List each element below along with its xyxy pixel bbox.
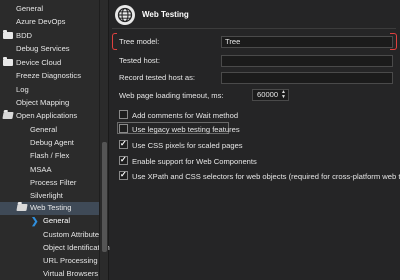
tree-item-oa-general[interactable]: General: [0, 124, 107, 136]
globe-icon: [115, 5, 135, 25]
legacy-features-checkbox[interactable]: [119, 124, 128, 133]
tree-item-web-testing[interactable]: Web Testing: [0, 202, 107, 215]
tree-item-label: Freeze Diagnostics: [16, 71, 81, 80]
tree-item-silverlight[interactable]: Silverlight: [0, 190, 107, 202]
tested-host-field[interactable]: [221, 55, 393, 67]
tree-item-label: Object Mapping: [16, 98, 70, 107]
tree-item-custom-attributes[interactable]: Custom Attributes: [0, 229, 107, 241]
tree-item-label: Web Testing: [30, 203, 72, 212]
tree-item-url-processing[interactable]: URL Processing: [0, 255, 107, 267]
tree-item-label: BDD: [16, 31, 33, 40]
tree-item-label: MSAA: [30, 165, 52, 174]
tree-item-label: Debug Agent: [30, 138, 74, 147]
tree-model-label: Tree model:: [119, 37, 160, 46]
tree-item-freeze-diagnostics[interactable]: Freeze Diagnostics: [0, 70, 107, 82]
legacy-features-label: Use legacy web testing features: [132, 125, 240, 134]
tree-item-debug-agent[interactable]: Debug Agent: [0, 137, 107, 149]
folder-icon: [3, 57, 13, 66]
tree-item-label: Silverlight: [30, 191, 63, 200]
tree-item-azure-devops[interactable]: Azure DevOps: [0, 16, 107, 28]
tree-item-flash-flex[interactable]: Flash / Flex: [0, 150, 107, 162]
tree-item-label: General: [16, 4, 44, 13]
web-components-checkbox[interactable]: [119, 155, 128, 165]
tree-item-virtual-browsers[interactable]: Virtual Browsers: [0, 268, 107, 280]
tree-item-label: Virtual Browsers: [43, 269, 99, 278]
tree-scrollbar[interactable]: [99, 0, 108, 280]
tree-item-label: General: [43, 216, 71, 225]
tree-item-label: Azure DevOps: [16, 17, 66, 26]
record-host-field[interactable]: [221, 72, 393, 84]
folder-icon: [3, 30, 13, 39]
spinner-arrows-icon[interactable]: ▲ ▼: [281, 90, 286, 100]
tree-item-msaa[interactable]: MSAA: [0, 164, 107, 176]
timeout-label: Web page loading timeout, ms:: [119, 91, 224, 100]
css-pixels-checkbox[interactable]: [119, 139, 128, 149]
tree-item-label: Process Filter: [30, 178, 77, 187]
xpath-css-checkbox[interactable]: [119, 170, 128, 180]
tree-item-object-identification[interactable]: Object Identification: [0, 242, 110, 254]
tree-item-label: General: [30, 125, 58, 134]
tree-item-label: Flash / Flex: [30, 151, 70, 160]
tree-item-label: Device Cloud: [16, 58, 62, 67]
header-divider: [112, 28, 396, 29]
xpath-css-label: Use XPath and CSS selectors for web obje…: [132, 172, 400, 181]
folder-open-icon: [16, 204, 28, 211]
tree-item-wt-general[interactable]: ❯ General: [0, 215, 107, 227]
css-pixels-label: Use CSS pixels for scaled pages: [132, 141, 243, 150]
tree-item-log[interactable]: Log: [0, 84, 107, 96]
tree-item-label: Open Applications: [16, 111, 78, 120]
tree-item-process-filter[interactable]: Process Filter: [0, 177, 107, 189]
page-title: Web Testing: [142, 10, 189, 19]
web-components-label: Enable support for Web Components: [132, 157, 257, 166]
record-host-label: Record tested host as:: [119, 73, 195, 82]
timeout-value: 60000: [257, 90, 279, 99]
tree-item-bdd[interactable]: BDD: [0, 30, 107, 42]
scrollbar-thumb[interactable]: [102, 142, 107, 252]
tree-item-label: Custom Attributes: [43, 230, 103, 239]
highlight-bracket-left: [112, 33, 117, 50]
wait-comments-label: Add comments for Wait method: [132, 111, 239, 120]
tree-item-device-cloud[interactable]: Device Cloud: [0, 57, 107, 69]
timeout-spinner[interactable]: 60000 ▲ ▼: [252, 89, 289, 101]
wait-comments-checkbox[interactable]: [119, 110, 128, 119]
tested-host-label: Tested host:: [119, 56, 160, 65]
folder-open-icon: [2, 112, 14, 119]
tree-model-field[interactable]: Tree: [221, 36, 393, 48]
tree-item-general[interactable]: General: [0, 3, 107, 15]
tree-item-label: URL Processing: [43, 256, 98, 265]
tree-item-label: Log: [16, 85, 29, 94]
tree-item-open-applications[interactable]: Open Applications: [0, 110, 107, 122]
settings-tree: General Azure DevOps BDD Debug Services …: [0, 0, 110, 280]
tree-item-label: Debug Services: [16, 44, 70, 53]
tree-item-debug-services[interactable]: Debug Services: [0, 43, 107, 55]
tree-item-object-mapping[interactable]: Object Mapping: [0, 97, 107, 109]
chevron-right-icon: ❯: [31, 216, 39, 226]
